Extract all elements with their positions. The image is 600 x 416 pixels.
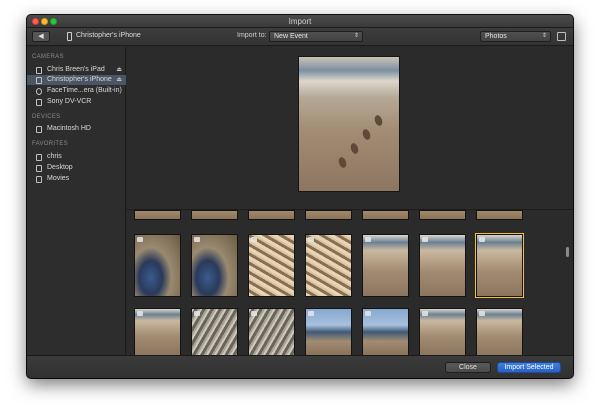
sidebar-toggle-icon[interactable] [557, 32, 566, 41]
photo-thumbnail[interactable] [134, 210, 181, 220]
camera-badge-icon [251, 237, 257, 242]
camera-badge-icon [365, 237, 371, 242]
photo-thumbnail[interactable] [248, 234, 295, 297]
phone-icon [67, 32, 72, 41]
hard-drive-icon [36, 126, 42, 133]
photo-thumbnail[interactable] [419, 308, 466, 356]
sidebar-item-label: Christopher's iPhone [47, 76, 112, 83]
footprint-mark [373, 114, 384, 127]
desktop-icon [36, 165, 42, 172]
import-selected-button[interactable]: Import Selected [497, 362, 561, 373]
photo-thumbnail[interactable] [134, 308, 181, 356]
thumbnail-grid [126, 209, 573, 356]
photo-thumbnail[interactable] [362, 210, 409, 220]
sidebar-item-label: chris [47, 153, 62, 160]
import-window: Import ◀︎ Christopher's iPhone Import to… [27, 15, 573, 378]
sidebar-item-chris[interactable]: chris [27, 152, 126, 162]
device-name: Christopher's iPhone [76, 32, 141, 39]
view-select-value: Photos [485, 33, 507, 40]
photo-thumbnail[interactable] [248, 210, 295, 220]
sidebar-item-sony[interactable]: Sony DV-VCR [27, 97, 126, 107]
sidebar-item-macintosh-hd[interactable]: Macintosh HD [27, 124, 126, 134]
event-select[interactable]: New Event ⇕ [269, 31, 363, 42]
photo-thumbnail[interactable] [191, 234, 238, 297]
preview-pane [126, 47, 573, 209]
sidebar-item-facetime[interactable]: FaceTime...era (Built-in) [27, 86, 126, 96]
import-to-label: Import to: [237, 32, 267, 39]
back-button[interactable]: ◀︎ [32, 31, 50, 42]
photo-thumbnail[interactable] [419, 210, 466, 220]
camera-badge-icon [137, 237, 143, 242]
sidebar-item-iphone[interactable]: Christopher's iPhone ⏏ [27, 75, 126, 85]
sidebar-item-desktop[interactable]: Desktop [27, 163, 126, 173]
home-icon [36, 154, 42, 161]
camcorder-icon [36, 99, 42, 106]
sidebar: CAMERAS Chris Breen's iPad ⏏ Christopher… [27, 47, 126, 355]
eject-icon[interactable]: ⏏ [116, 66, 122, 73]
photo-thumbnail[interactable] [248, 308, 295, 356]
photo-thumbnail[interactable] [191, 308, 238, 356]
bottom-bar: Close Import Selected [27, 355, 573, 378]
movies-icon [36, 176, 42, 183]
photo-thumbnail[interactable] [134, 234, 181, 297]
section-heading-cameras: CAMERAS [32, 54, 64, 60]
camera-badge-icon [479, 311, 485, 316]
sidebar-item-movies[interactable]: Movies [27, 174, 126, 184]
footprint-mark [337, 156, 348, 169]
phone-icon [36, 77, 42, 84]
camera-icon [36, 88, 42, 95]
toolbar: ◀︎ Christopher's iPhone Import to: New E… [27, 28, 573, 46]
sidebar-item-ipad[interactable]: Chris Breen's iPad ⏏ [27, 65, 126, 75]
close-button[interactable]: Close [445, 362, 491, 373]
camera-badge-icon [194, 311, 200, 316]
chevron-updown-icon: ⇕ [353, 33, 359, 39]
preview-image [298, 56, 400, 192]
photo-thumbnail[interactable] [419, 234, 466, 297]
footprint-mark [361, 128, 372, 141]
sidebar-item-label: Desktop [47, 164, 73, 171]
chevron-updown-icon: ⇕ [541, 33, 547, 39]
event-select-value: New Event [274, 33, 308, 40]
tablet-icon [36, 67, 42, 74]
section-heading-devices: DEVICES [32, 114, 61, 120]
sidebar-item-label: Sony DV-VCR [47, 98, 92, 105]
view-select[interactable]: Photos ⇕ [480, 31, 551, 42]
camera-badge-icon [422, 311, 428, 316]
sidebar-item-label: FaceTime...era (Built-in) [47, 87, 122, 94]
back-arrow-icon: ◀︎ [38, 33, 44, 40]
camera-badge-icon [365, 311, 371, 316]
photo-thumbnail[interactable] [191, 210, 238, 220]
sidebar-item-label: Macintosh HD [47, 125, 91, 132]
photo-thumbnail[interactable] [305, 210, 352, 220]
camera-badge-icon [137, 311, 143, 316]
camera-badge-icon [308, 237, 314, 242]
window-title: Import [288, 17, 312, 26]
camera-badge-icon [479, 237, 485, 242]
camera-badge-icon [251, 311, 257, 316]
photo-thumbnail[interactable] [362, 308, 409, 356]
camera-badge-icon [422, 237, 428, 242]
photo-thumbnail[interactable] [305, 308, 352, 356]
footprint-mark [349, 142, 360, 155]
photo-thumbnail[interactable] [362, 234, 409, 297]
photo-thumbnail[interactable] [305, 234, 352, 297]
section-heading-favorites: FAVORITES [32, 141, 68, 147]
sidebar-item-label: Movies [47, 175, 70, 182]
scrollbar-thumb[interactable] [566, 247, 569, 257]
photo-thumbnail[interactable] [475, 233, 524, 298]
title-bar: Import [27, 15, 573, 28]
photo-thumbnail[interactable] [476, 210, 523, 220]
camera-badge-icon [308, 311, 314, 316]
camera-badge-icon [194, 237, 200, 242]
sidebar-item-label: Chris Breen's iPad [47, 66, 105, 73]
photo-thumbnail[interactable] [476, 308, 523, 356]
eject-icon[interactable]: ⏏ [116, 76, 122, 83]
